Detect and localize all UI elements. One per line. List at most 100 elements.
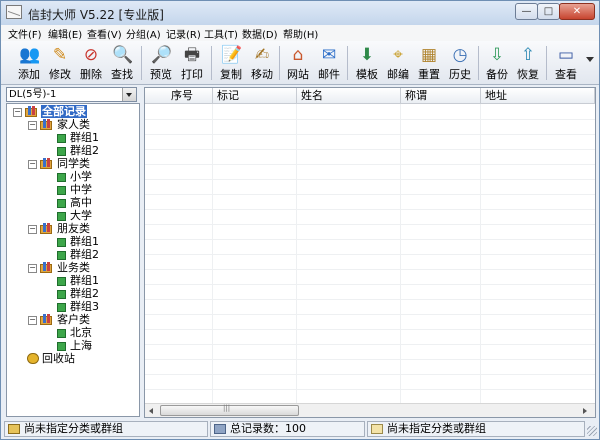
grid-line bbox=[145, 269, 595, 270]
grid-line bbox=[145, 284, 595, 285]
grid-line bbox=[145, 119, 595, 120]
tree-group-item[interactable]: 群组2 bbox=[70, 144, 99, 157]
collapse-icon[interactable]: − bbox=[13, 108, 22, 117]
tree-category-family[interactable]: 家人类 bbox=[57, 118, 90, 131]
tree-group-item[interactable]: 群组1 bbox=[70, 235, 99, 248]
mail-icon: ✉ bbox=[321, 45, 337, 65]
all-records-icon bbox=[25, 106, 39, 117]
close-button[interactable]: ✕ bbox=[559, 3, 595, 20]
grid-line bbox=[145, 359, 595, 360]
menu-group[interactable]: 分组(A) bbox=[126, 26, 161, 41]
scrollbar-thumb[interactable] bbox=[160, 404, 299, 416]
status-panel-right: 尚未指定分类或群组 bbox=[367, 421, 585, 437]
tree-group-item[interactable]: 群组1 bbox=[70, 274, 99, 287]
edit-pencil-icon: ✎ bbox=[52, 45, 68, 65]
tree-group-item[interactable]: 群组3 bbox=[70, 300, 99, 313]
mail-button[interactable]: ✉ 邮件 bbox=[312, 43, 346, 83]
status-pencil-icon bbox=[8, 424, 20, 434]
app-window: 信封大师 V5.22 [专业版] — □ ✕ 文件(F) 编辑(E) 查看(V)… bbox=[0, 0, 600, 440]
menu-edit[interactable]: 编辑(E) bbox=[48, 26, 82, 41]
template-icon: ⬇ bbox=[359, 45, 375, 65]
tree-group-item[interactable]: 小学 bbox=[70, 170, 92, 183]
scroll-right-arrow-icon[interactable] bbox=[579, 405, 591, 417]
history-button[interactable]: ◷ 历史 bbox=[443, 43, 477, 83]
menu-tools[interactable]: 工具(T) bbox=[204, 26, 238, 41]
menu-file[interactable]: 文件(F) bbox=[8, 26, 42, 41]
app-envelope-icon bbox=[6, 5, 22, 19]
tree-group-item[interactable]: 群组1 bbox=[70, 131, 99, 144]
column-header-mark[interactable]: 标记 bbox=[213, 88, 297, 104]
record-list[interactable]: 序号 标记 姓名 称谓 地址 bbox=[144, 87, 596, 418]
restore-button[interactable]: ⇧ 恢复 bbox=[511, 43, 545, 83]
maximize-button[interactable]: □ bbox=[537, 3, 560, 20]
column-header-address[interactable]: 地址 bbox=[481, 88, 595, 104]
tree-group-item[interactable]: 群组2 bbox=[70, 248, 99, 261]
tree-recycle-bin[interactable]: 回收站 bbox=[42, 352, 75, 365]
tree-group-item[interactable]: 中学 bbox=[70, 183, 92, 196]
status-envelope-icon bbox=[371, 424, 383, 434]
view-button[interactable]: ▭ 查看 bbox=[549, 43, 583, 83]
group-icon bbox=[57, 134, 66, 143]
add-contact-icon: 👥 bbox=[19, 45, 41, 65]
status-panel-left: 尚未指定分类或群组 bbox=[4, 421, 208, 437]
title-bar: 信封大师 V5.22 [专业版] — □ ✕ bbox=[1, 1, 599, 25]
group-icon bbox=[57, 173, 66, 182]
menu-data[interactable]: 数据(D) bbox=[242, 26, 278, 41]
search-button[interactable]: 🔍 查找 bbox=[105, 43, 139, 83]
tree-group-item[interactable]: 群组2 bbox=[70, 287, 99, 300]
toolbar: 👥 添加 ✎ 修改 ⊘ 删除 🔍 查找 🔎 预览 🖶 打印 📝 复制 ✍ 移动 ⌂ 网站 ✉ 邮件 … bbox=[1, 41, 599, 85]
grid-line bbox=[145, 239, 595, 240]
tree-group-item[interactable]: 高中 bbox=[70, 196, 92, 209]
tree-group-item[interactable]: 大学 bbox=[70, 209, 92, 222]
tree-group-item[interactable]: 北京 bbox=[70, 326, 92, 339]
group-icon bbox=[57, 329, 66, 338]
category-folder-icon bbox=[40, 223, 54, 234]
history-clock-icon: ◷ bbox=[452, 45, 468, 65]
envelope-format-select[interactable]: DL(5号)-1 bbox=[6, 87, 137, 102]
column-header-name[interactable]: 姓名 bbox=[297, 88, 401, 104]
delete-icon: ⊘ bbox=[83, 45, 99, 65]
envelope-format-value: DL(5号)-1 bbox=[9, 89, 57, 100]
tree-category-customers[interactable]: 客户类 bbox=[57, 313, 90, 326]
group-icon bbox=[57, 238, 66, 247]
menu-help[interactable]: 帮助(H) bbox=[283, 26, 318, 41]
status-panel-count: 总记录数：100 bbox=[210, 421, 365, 437]
category-tree: − 全部记录 − 家人类 群组1 群组2 − 同学类 小学 中学 高中 大学 −… bbox=[6, 103, 140, 417]
category-folder-icon bbox=[40, 158, 54, 169]
tree-root-all-records[interactable]: 全部记录 bbox=[41, 105, 87, 118]
postcode-icon: ⌖ bbox=[393, 45, 403, 65]
menu-record[interactable]: 记录(R) bbox=[166, 26, 201, 41]
status-bar: 尚未指定分类或群组 总记录数：100 尚未指定分类或群组 bbox=[1, 420, 599, 439]
horizontal-scrollbar[interactable] bbox=[145, 403, 595, 417]
collapse-icon[interactable]: − bbox=[28, 160, 37, 169]
group-icon bbox=[57, 290, 66, 299]
group-icon bbox=[57, 147, 66, 156]
resize-grip[interactable] bbox=[587, 426, 597, 436]
toolbar-overflow-chevron-icon[interactable] bbox=[586, 57, 594, 62]
menu-view[interactable]: 查看(V) bbox=[87, 26, 122, 41]
collapse-icon[interactable]: − bbox=[28, 121, 37, 130]
column-header-title[interactable]: 称谓 bbox=[401, 88, 481, 104]
chevron-down-icon[interactable] bbox=[122, 88, 136, 101]
collapse-icon[interactable]: − bbox=[28, 264, 37, 273]
group-icon bbox=[57, 199, 66, 208]
tree-category-friends[interactable]: 朋友类 bbox=[57, 222, 90, 235]
grid-line bbox=[145, 329, 595, 330]
grid-line bbox=[145, 254, 595, 255]
collapse-icon[interactable]: − bbox=[28, 225, 37, 234]
minimize-button[interactable]: — bbox=[515, 3, 538, 20]
group-icon bbox=[57, 342, 66, 351]
collapse-icon[interactable]: − bbox=[28, 316, 37, 325]
status-records-icon bbox=[214, 424, 226, 434]
group-icon bbox=[57, 212, 66, 221]
tree-group-item[interactable]: 上海 bbox=[70, 339, 92, 352]
tree-category-classmates[interactable]: 同学类 bbox=[57, 157, 90, 170]
print-button[interactable]: 🖶 打印 bbox=[175, 43, 209, 83]
move-icon: ✍ bbox=[254, 45, 270, 65]
group-icon bbox=[57, 186, 66, 195]
column-header-index[interactable]: 序号 bbox=[145, 88, 213, 104]
move-button[interactable]: ✍ 移动 bbox=[245, 43, 279, 83]
tree-category-business[interactable]: 业务类 bbox=[57, 261, 90, 274]
scroll-left-arrow-icon[interactable] bbox=[146, 405, 158, 417]
window-title: 信封大师 V5.22 [专业版] bbox=[28, 8, 164, 22]
